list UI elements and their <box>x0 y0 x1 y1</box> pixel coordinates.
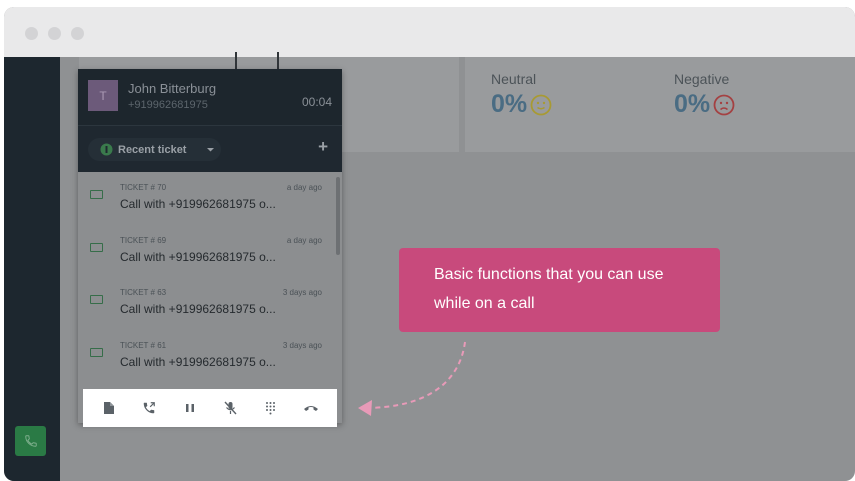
dialpad-button[interactable] <box>259 397 281 419</box>
ticket-item[interactable]: TICKET # 70 a day ago Call with +9199626… <box>78 172 334 224</box>
ticket-title: Call with +919962681975 o... <box>120 250 276 264</box>
window-dot-close[interactable] <box>25 27 38 40</box>
hold-button[interactable] <box>179 397 201 419</box>
ticket-bar: Recent ticket + <box>78 125 342 172</box>
ticket-item[interactable]: TICKET # 61 3 days ago Call with +919962… <box>78 330 334 382</box>
ticket-icon <box>90 348 103 357</box>
app-sidebar <box>4 57 60 481</box>
recent-ticket-label: Recent ticket <box>118 143 187 156</box>
call-panel: T John Bitterburg +919962681975 00:04 Re… <box>78 69 342 427</box>
callout-text: Basic functions that you can use while o… <box>434 266 664 312</box>
negative-label: Negative <box>674 71 730 87</box>
negative-percent: 0% <box>674 90 711 118</box>
ticket-time: 3 days ago <box>282 341 322 350</box>
hold-icon <box>185 404 194 412</box>
ticket-time: 3 days ago <box>282 288 322 297</box>
caller-avatar: T <box>88 80 118 111</box>
note-button[interactable] <box>98 397 120 419</box>
window-dot-minimize[interactable] <box>48 27 61 40</box>
call-toolbar <box>83 389 337 427</box>
ticket-icon <box>90 295 103 304</box>
neutral-percent: 0% <box>491 90 528 118</box>
ticket-title: Call with +919962681975 o... <box>120 302 276 316</box>
dialpad-icon <box>265 402 275 415</box>
neutral-value: 0% <box>491 90 552 119</box>
ticket-item[interactable]: TICKET # 63 3 days ago Call with +919962… <box>78 277 334 329</box>
ticket-badge-icon <box>100 143 113 156</box>
window-dot-maximize[interactable] <box>71 27 84 40</box>
ticket-icon <box>90 190 103 199</box>
transfer-call-icon <box>144 402 156 414</box>
ticket-item[interactable]: TICKET # 69 a day ago Call with +9199626… <box>78 225 334 277</box>
screenshot-frame: Neutral 0% Negative 0% T John Bitterburg… <box>4 7 855 481</box>
phone-button[interactable] <box>15 426 46 456</box>
caller-number: +919962681975 <box>128 99 208 111</box>
ticket-number: TICKET # 63 <box>120 288 167 297</box>
ticket-icon <box>90 243 103 252</box>
browser-title-bar <box>4 7 855 57</box>
ticket-number: TICKET # 70 <box>120 183 167 192</box>
mute-button[interactable] <box>219 397 241 419</box>
negative-value: 0% <box>674 90 735 119</box>
ticket-list: TICKET # 70 a day ago Call with +9199626… <box>78 172 342 386</box>
chevron-down-icon <box>207 147 215 151</box>
sentiment-card: Neutral 0% Negative 0% <box>465 57 855 152</box>
transfer-call-button[interactable] <box>138 397 160 419</box>
phone-icon <box>24 435 37 447</box>
mute-icon <box>224 401 237 415</box>
add-ticket-button[interactable]: + <box>318 137 328 157</box>
neutral-face-icon <box>530 94 552 116</box>
ticket-title: Call with +919962681975 o... <box>120 197 276 211</box>
ticket-number: TICKET # 61 <box>120 341 167 350</box>
ticket-time: a day ago <box>286 236 322 245</box>
neutral-label: Neutral <box>491 71 537 87</box>
ticket-time: a day ago <box>286 183 322 192</box>
hang-up-icon <box>303 406 318 411</box>
ticket-list-scrollbar[interactable] <box>336 177 340 255</box>
note-icon <box>104 402 115 414</box>
call-header: T John Bitterburg +919962681975 00:04 <box>78 69 342 125</box>
ticket-number: TICKET # 69 <box>120 236 167 245</box>
call-timer: 00:04 <box>301 95 332 109</box>
recent-ticket-dropdown[interactable]: Recent ticket <box>88 138 221 161</box>
callout-tooltip: Basic functions that you can use while o… <box>399 248 720 332</box>
hang-up-button[interactable] <box>300 397 322 419</box>
ticket-title: Call with +919962681975 o... <box>120 355 276 369</box>
caller-name: John Bitterburg <box>128 81 217 96</box>
sad-face-icon <box>713 94 735 116</box>
